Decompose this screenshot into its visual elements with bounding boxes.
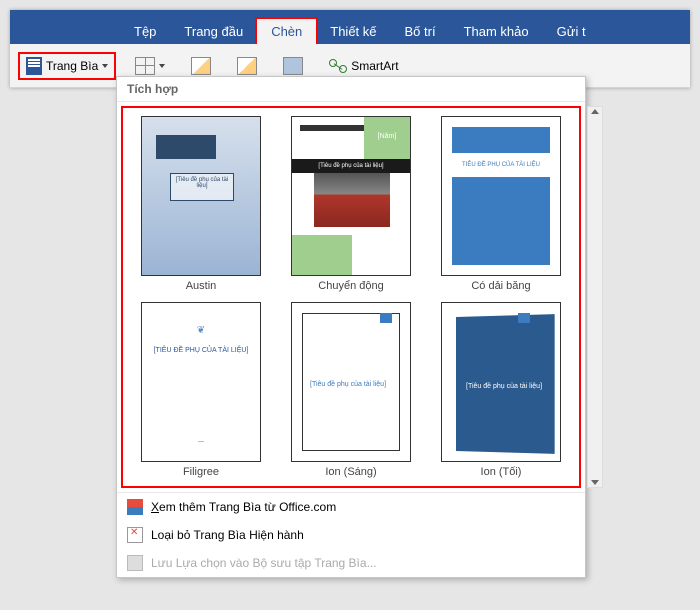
cover-option-ion-light[interactable]: [Tiêu đề phụ của tài liệu] Ion (Sáng) bbox=[279, 300, 423, 480]
table-icon bbox=[135, 57, 155, 75]
cover-label: Austin bbox=[186, 280, 217, 292]
save-label: Lưu Lựa chọn vào Bộ sưu tập Trang Bìa... bbox=[151, 556, 377, 570]
tab-design[interactable]: Thiết kế bbox=[316, 19, 390, 44]
cover-page-button[interactable]: Trang Bìa bbox=[18, 52, 116, 80]
cover-label: Chuyển động bbox=[318, 280, 383, 292]
dropdown-section-header: Tích hợp bbox=[117, 77, 585, 102]
tab-references[interactable]: Tham khảo bbox=[450, 19, 543, 44]
cover-label: Filigree bbox=[183, 466, 219, 478]
scroll-down-icon[interactable] bbox=[591, 480, 599, 485]
cover-label: Ion (Sáng) bbox=[325, 466, 376, 478]
remove-icon: ✕ bbox=[127, 527, 143, 543]
remove-cover[interactable]: ✕ Loại bỏ Trang Bìa Hiện hành bbox=[117, 521, 585, 549]
cover-thumb: [Tiêu đề phụ của tài liệu] bbox=[441, 302, 561, 462]
more-label: XXem thêm Trang Bìa từ Office.comem thêm… bbox=[151, 500, 336, 514]
cover-option-motion[interactable]: [Năm] [Tiêu đề phụ của tài liệu] Chuyển … bbox=[279, 114, 423, 294]
office-icon bbox=[127, 499, 143, 515]
save-icon bbox=[127, 555, 143, 571]
cover-thumb: [Năm] [Tiêu đề phụ của tài liệu] bbox=[291, 116, 411, 276]
chevron-down-icon bbox=[102, 64, 108, 68]
save-to-gallery: Lưu Lựa chọn vào Bộ sưu tập Trang Bìa... bbox=[117, 549, 585, 577]
tab-mailings[interactable]: Gửi t bbox=[543, 19, 600, 44]
tab-file[interactable]: Tệp bbox=[120, 19, 170, 44]
cover-option-banded[interactable]: TIÊU ĐỀ PHỤ CỦA TÀI LIỆU Có dải băng bbox=[429, 114, 573, 294]
page-icon bbox=[26, 57, 42, 75]
cover-option-austin[interactable]: [Tiêu đề phụ của tài liệu] Austin bbox=[129, 114, 273, 294]
shapes-icon bbox=[283, 57, 303, 75]
cover-page-dropdown: Tích hợp [Tiêu đề phụ của tài liệu] Aust… bbox=[116, 76, 586, 578]
cover-option-filigree[interactable]: ❦[TIÊU ĐỀ PHỤ CỦA TÀI LIỆU]— Filigree bbox=[129, 300, 273, 480]
cover-label: Ion (Tối) bbox=[481, 466, 522, 478]
cover-thumb: TIÊU ĐỀ PHỤ CỦA TÀI LIỆU bbox=[441, 116, 561, 276]
table-button[interactable] bbox=[128, 53, 172, 79]
scroll-up-icon[interactable] bbox=[591, 109, 599, 114]
online-pictures-button[interactable] bbox=[230, 53, 264, 79]
more-covers-office[interactable]: XXem thêm Trang Bìa từ Office.comem thêm… bbox=[117, 493, 585, 521]
gallery-scrollbar[interactable] bbox=[587, 106, 603, 488]
cover-gallery: [Tiêu đề phụ của tài liệu] Austin [Năm] … bbox=[121, 106, 581, 488]
ribbon-tabs: Tệp Trang đầu Chèn Thiết kế Bố trí Tham … bbox=[10, 16, 690, 44]
cover-option-ion-dark[interactable]: [Tiêu đề phụ của tài liệu] Ion (Tối) bbox=[429, 300, 573, 480]
tab-home[interactable]: Trang đầu bbox=[170, 19, 257, 44]
chevron-down-icon bbox=[159, 64, 165, 68]
picture-icon bbox=[237, 57, 257, 75]
shapes-button[interactable] bbox=[276, 53, 310, 79]
picture-icon bbox=[191, 57, 211, 75]
cover-label: Có dải băng bbox=[471, 280, 530, 292]
smartart-button[interactable]: SmartArt bbox=[322, 55, 405, 77]
remove-label: Loại bỏ Trang Bìa Hiện hành bbox=[151, 528, 304, 542]
cover-thumb: [Tiêu đề phụ của tài liệu] bbox=[141, 116, 261, 276]
smartart-label: SmartArt bbox=[351, 59, 398, 73]
cover-thumb: [Tiêu đề phụ của tài liệu] bbox=[291, 302, 411, 462]
tab-layout[interactable]: Bố trí bbox=[391, 19, 450, 44]
pictures-button[interactable] bbox=[184, 53, 218, 79]
smartart-icon bbox=[329, 59, 347, 73]
tab-insert[interactable]: Chèn bbox=[257, 19, 316, 44]
cover-page-label: Trang Bìa bbox=[46, 59, 98, 73]
cover-thumb: ❦[TIÊU ĐỀ PHỤ CỦA TÀI LIỆU]— bbox=[141, 302, 261, 462]
